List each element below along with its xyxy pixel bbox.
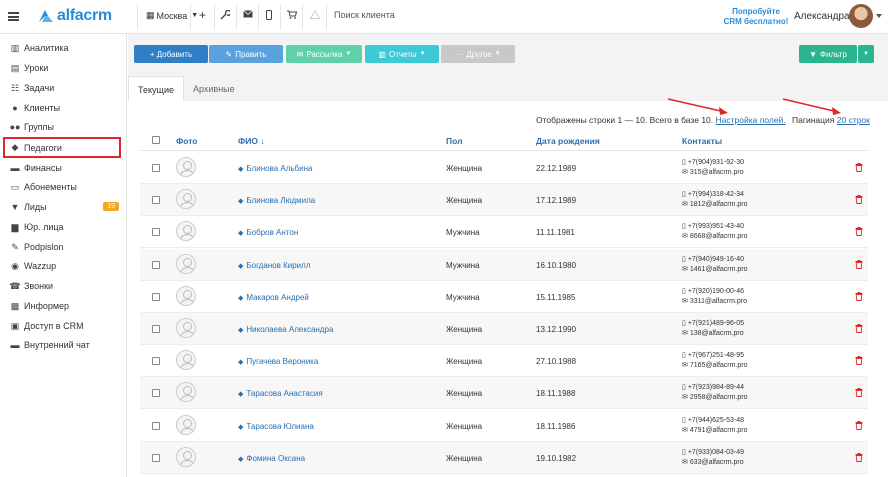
arrow-to-pagination: [782, 98, 841, 115]
arrow-to-field-settings: [667, 98, 728, 115]
annotation-arrows: [667, 98, 841, 115]
